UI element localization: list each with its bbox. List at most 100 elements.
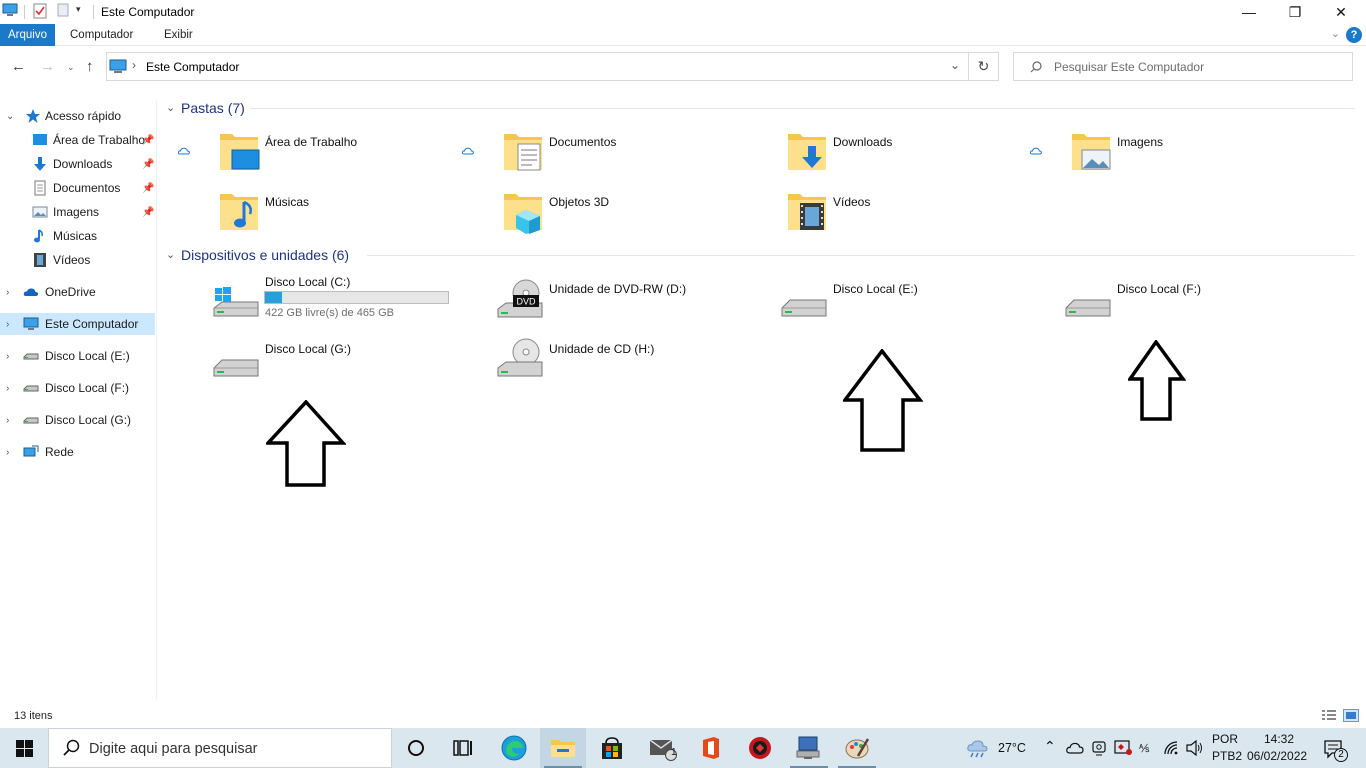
tab-arquivo[interactable]: Arquivo	[0, 24, 55, 46]
folder-label[interactable]: Objetos 3D	[549, 195, 609, 209]
minimize-button[interactable]: —	[1226, 0, 1272, 24]
windows-drive-icon[interactable]	[212, 284, 260, 320]
weather-temperature[interactable]: 27°C	[998, 741, 1026, 755]
edge-icon[interactable]	[491, 728, 537, 768]
collapsed-chevron-icon[interactable]: ›	[6, 287, 9, 298]
folder-label[interactable]: Músicas	[265, 195, 309, 209]
weather-icon[interactable]	[966, 738, 990, 758]
desktop-folder-icon[interactable]	[218, 128, 260, 172]
folder-label[interactable]: Imagens	[1117, 135, 1163, 149]
recent-locations-chevron-icon[interactable]: ⌄	[67, 62, 75, 73]
taskbar-search-input[interactable]: Digite aqui para pesquisar	[48, 728, 392, 768]
up-arrow-icon[interactable]: ↑	[86, 58, 94, 75]
details-view-icon[interactable]	[1321, 709, 1337, 722]
sidebar-item-rede[interactable]: › Rede	[0, 441, 155, 463]
folder-label[interactable]: Área de Trabalho	[265, 135, 357, 149]
section-title-pastas[interactable]: Pastas (7)	[181, 100, 245, 116]
folder-label[interactable]: Documentos	[549, 135, 616, 149]
downloads-folder-icon[interactable]	[786, 128, 828, 172]
taskbar: Digite aqui para pesquisar 1 27°C ⌃ ⅍ PO…	[0, 728, 1366, 768]
search-input[interactable]: Pesquisar Este Computador	[1013, 52, 1353, 81]
videos-folder-icon[interactable]	[786, 188, 828, 232]
properties-icon[interactable]	[33, 3, 47, 19]
3d-objects-folder-icon[interactable]	[502, 188, 544, 234]
maximize-button[interactable]: ❐	[1272, 0, 1318, 24]
close-button[interactable]: ✕	[1318, 0, 1364, 24]
sidebar-item-disco-g[interactable]: › Disco Local (G:)	[0, 409, 155, 431]
drive-icon	[23, 417, 39, 424]
sidebar-item-documentos[interactable]: Documentos 📌	[0, 177, 155, 199]
forward-arrow-icon[interactable]: →	[40, 58, 55, 75]
drive-icon[interactable]	[1064, 292, 1112, 320]
expanded-chevron-icon[interactable]: ⌄	[6, 111, 14, 122]
drive-label[interactable]: Disco Local (G:)	[265, 342, 351, 356]
tab-computador[interactable]: Computador	[62, 24, 141, 46]
breadcrumb-separator-icon[interactable]: ›	[132, 58, 136, 72]
tab-exibir[interactable]: Exibir	[156, 24, 201, 46]
sidebar-item-onedrive[interactable]: › OneDrive	[0, 281, 155, 303]
ime-tray-icon[interactable]: ⅍	[1138, 740, 1156, 756]
network-app-icon[interactable]	[786, 728, 832, 768]
back-arrow-icon[interactable]: ←	[11, 58, 26, 75]
mail-icon[interactable]: 1	[640, 728, 686, 768]
wifi-icon[interactable]	[1163, 740, 1181, 756]
expand-ribbon-chevron-icon[interactable]: ⌄	[1331, 27, 1340, 40]
volume-icon[interactable]	[1186, 740, 1204, 756]
drive-label[interactable]: Unidade de CD (H:)	[549, 342, 654, 356]
clock-time[interactable]: 14:32	[1264, 732, 1294, 746]
refresh-icon[interactable]: ↻	[969, 52, 999, 81]
new-folder-icon[interactable]	[57, 3, 69, 17]
sidebar-item-acesso-rapido[interactable]: ⌄ Acesso rápido	[0, 105, 155, 127]
folder-label[interactable]: Downloads	[833, 135, 892, 149]
section-collapse-chevron-icon[interactable]: ⌄	[166, 248, 175, 261]
address-bar[interactable]: › Este Computador ⌄	[106, 52, 969, 81]
sidebar-item-area-de-trabalho[interactable]: Área de Trabalho 📌	[0, 129, 155, 151]
collapsed-chevron-icon[interactable]: ›	[6, 415, 9, 426]
drive-label[interactable]: Disco Local (E:)	[833, 282, 918, 296]
webcam-icon[interactable]	[1092, 741, 1106, 756]
keyboard-layout[interactable]: PTB2	[1212, 749, 1242, 763]
drive-label[interactable]: Disco Local (C:)	[265, 275, 350, 289]
show-hidden-icons-chevron-icon[interactable]: ⌃	[1044, 738, 1056, 755]
collapsed-chevron-icon[interactable]: ›	[6, 447, 9, 458]
section-title-dispositivos[interactable]: Dispositivos e unidades (6)	[181, 247, 349, 263]
cortana-icon[interactable]	[393, 728, 439, 768]
sidebar-item-downloads[interactable]: Downloads 📌	[0, 153, 155, 175]
drive-label[interactable]: Unidade de DVD-RW (D:)	[549, 282, 686, 296]
task-view-icon[interactable]	[440, 728, 486, 768]
pictures-folder-icon[interactable]	[1070, 128, 1112, 172]
collapsed-chevron-icon[interactable]: ›	[6, 383, 9, 394]
drive-icon[interactable]	[780, 292, 828, 320]
customize-quick-access-chevron-icon[interactable]: ▾	[76, 4, 81, 15]
sidebar-item-disco-e[interactable]: › Disco Local (E:)	[0, 345, 155, 367]
clock-date[interactable]: 06/02/2022	[1247, 749, 1307, 763]
collapsed-chevron-icon[interactable]: ›	[6, 319, 9, 330]
paint-icon[interactable]	[834, 728, 880, 768]
address-history-chevron-icon[interactable]: ⌄	[950, 58, 960, 72]
drive-icon[interactable]	[212, 352, 260, 380]
security-tray-icon[interactable]	[1114, 740, 1132, 756]
documents-folder-icon[interactable]	[502, 128, 544, 172]
store-icon[interactable]	[589, 728, 635, 768]
sidebar-item-videos[interactable]: Vídeos	[0, 249, 155, 271]
antivirus-icon[interactable]	[737, 728, 783, 768]
collapsed-chevron-icon[interactable]: ›	[6, 351, 9, 362]
file-explorer-icon[interactable]	[540, 728, 586, 768]
drive-label[interactable]: Disco Local (F:)	[1117, 282, 1201, 296]
music-folder-icon[interactable]	[218, 188, 260, 232]
sidebar-item-disco-f[interactable]: › Disco Local (F:)	[0, 377, 155, 399]
large-icons-view-icon[interactable]	[1343, 709, 1359, 722]
folder-label[interactable]: Vídeos	[833, 195, 870, 209]
onedrive-tray-icon[interactable]	[1066, 741, 1084, 755]
section-collapse-chevron-icon[interactable]: ⌄	[166, 101, 175, 114]
sidebar-item-este-computador[interactable]: › Este Computador	[0, 313, 155, 335]
sidebar-item-imagens[interactable]: Imagens 📌	[0, 201, 155, 223]
help-icon[interactable]: ?	[1346, 27, 1362, 43]
cd-drive-icon[interactable]	[496, 338, 544, 380]
sidebar-item-musicas[interactable]: Músicas	[0, 225, 155, 247]
breadcrumb[interactable]: Este Computador	[146, 60, 239, 74]
start-icon[interactable]	[16, 740, 33, 757]
language-code[interactable]: POR	[1212, 732, 1238, 746]
office-icon[interactable]	[688, 728, 734, 768]
dvd-drive-icon[interactable]: DVD	[496, 279, 544, 321]
